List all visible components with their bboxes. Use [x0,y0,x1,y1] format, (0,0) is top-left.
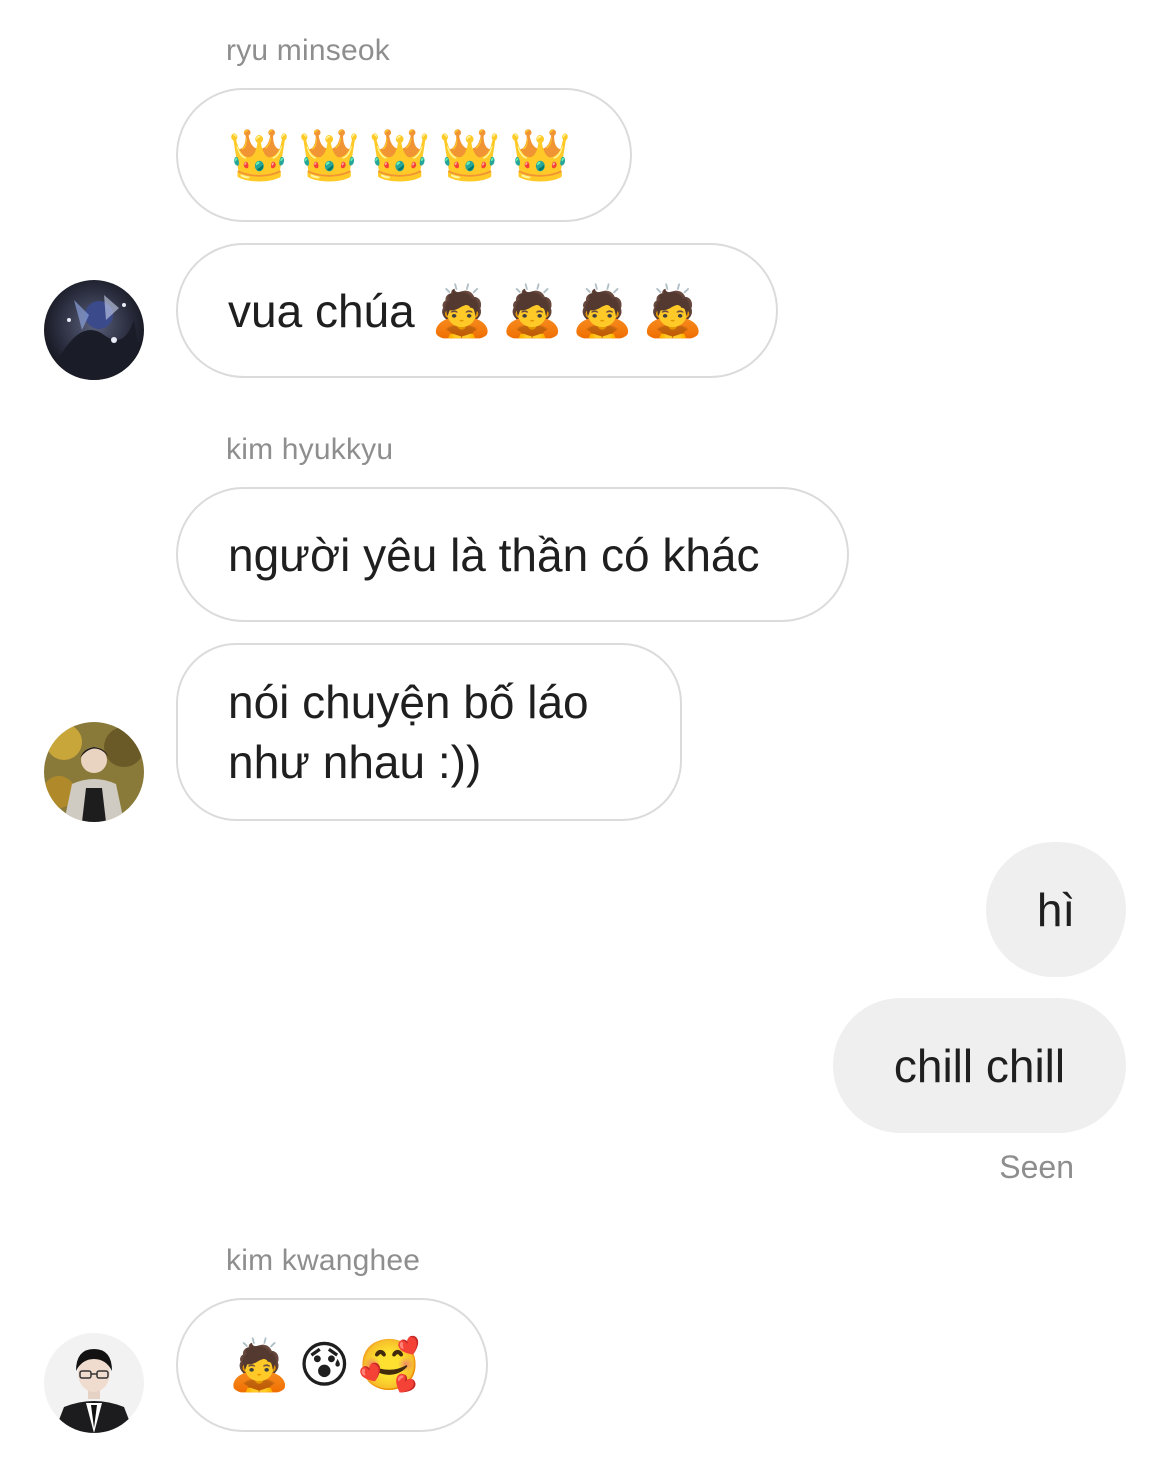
message-bubble-crowns[interactable]: 👑👑👑👑👑 [176,88,632,222]
message-bubble-vua-chua[interactable]: vua chúa 🙇🙇🙇🙇 [176,243,778,378]
my-message-bubble-chill[interactable]: chill chill [833,998,1126,1133]
sender-name-ryu: ryu minseok [226,34,390,67]
avatar-photo-person-grey-jacket-icon [44,722,144,822]
avatar-hyukkyu[interactable] [44,722,144,822]
message-bubble-emojis[interactable]: 🙇😰🥰 [176,1298,488,1432]
message-text: vua chúa [228,284,415,337]
bowing-emoji-row: 🙇🙇🙇🙇 [430,281,712,340]
message-bubble-noi-chuyen[interactable]: nói chuyện bố láo như nhau :)) [176,643,682,821]
message-text: hì [1036,883,1076,936]
avatar-kwanghee[interactable] [44,1333,144,1433]
crown-emoji-row: 👑👑👑👑👑 [228,126,580,184]
message-text-line-1: nói chuyện bố láo [228,676,589,728]
my-message-bubble-hi[interactable]: hì [986,842,1126,977]
message-text: chill chill [893,1039,1066,1092]
avatar-ryu[interactable] [44,280,144,380]
message-text: người yêu là thần có khác [228,528,760,581]
message-bubble-nguoi-yeu[interactable]: người yêu là thần có khác [176,487,849,622]
message-text-line-2: như nhau :)) [228,736,482,788]
sender-name-kwanghee: kim kwanghee [226,1244,421,1277]
avatar-photo-dark-scene-icon [44,280,144,380]
seen-status: Seen [999,1149,1074,1185]
reaction-emoji-row: 🙇😰🥰 [228,1336,429,1394]
sender-name-hyukkyu: kim hyukkyu [226,433,394,466]
avatar-photo-person-suit-icon [44,1333,144,1433]
